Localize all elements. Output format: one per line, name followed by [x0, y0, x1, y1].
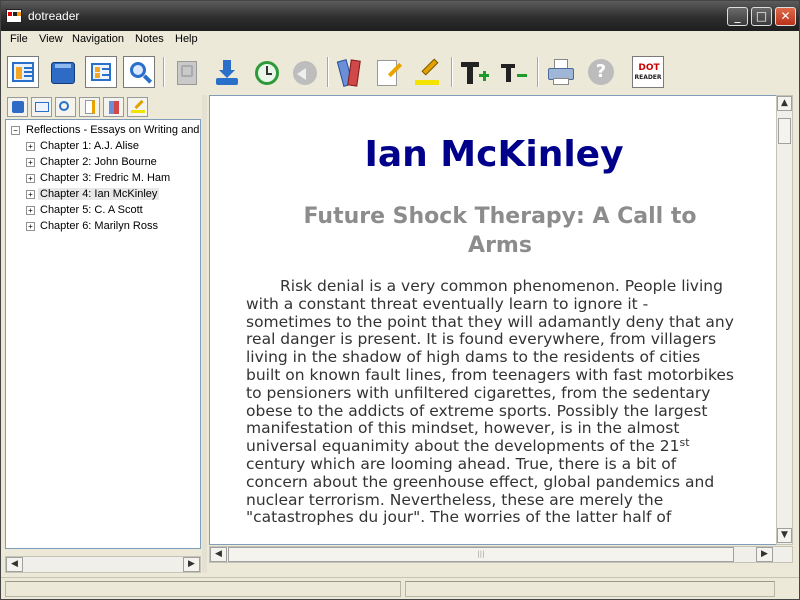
dotreader-app-icon [6, 9, 22, 23]
scroll-right-button[interactable]: ▶ [183, 557, 200, 572]
expand-toggle[interactable]: + [26, 190, 35, 199]
back-icon-disabled [289, 56, 321, 88]
toolbar-separator [451, 57, 453, 87]
page-icon-disabled [171, 56, 203, 88]
chapter-label[interactable]: Chapter 2: John Bourne [38, 156, 159, 168]
history-icon[interactable] [251, 56, 283, 88]
expand-toggle[interactable]: + [26, 174, 35, 183]
highlight-icon[interactable] [411, 56, 443, 88]
resize-grip[interactable] [779, 581, 793, 597]
tree-root-label[interactable]: Reflections - Essays on Writing and [24, 124, 200, 136]
chapter-label[interactable]: Chapter 1: A.J. Alise [38, 140, 141, 152]
essay-paragraph: Risk denial is a very common phenomenon.… [246, 277, 736, 527]
menu-file[interactable]: File [10, 33, 28, 45]
notes-tab-icon[interactable] [79, 97, 100, 117]
status-cell [5, 581, 401, 597]
menu-help[interactable]: Help [175, 33, 198, 45]
close-button[interactable]: ✕ [775, 7, 796, 26]
toc-view-icon[interactable] [7, 56, 39, 88]
ordinal-suffix: st [679, 436, 690, 450]
title-bar[interactable]: dotreader _ □ ✕ [1, 1, 799, 31]
download-icon[interactable] [211, 56, 243, 88]
notes-edit-icon[interactable] [373, 56, 405, 88]
toc-tab-icon[interactable] [31, 97, 52, 117]
table-of-contents-tree: − Reflections - Essays on Writing and + … [5, 119, 201, 549]
menu-navigation[interactable]: Navigation [72, 33, 124, 45]
essay-title: Future Shock Therapy: A Call to Arms [303, 204, 697, 258]
chapter-label[interactable]: Chapter 4: Ian McKinley [38, 188, 160, 200]
toolbar: ? DOT READER [1, 51, 799, 93]
panel-tab-strip [5, 95, 201, 119]
panel-splitter[interactable] [202, 95, 207, 573]
status-bar [1, 577, 799, 599]
expand-toggle[interactable]: + [26, 206, 35, 215]
toolbar-separator [327, 57, 329, 87]
tree-view-icon[interactable] [85, 56, 117, 88]
expand-toggle[interactable]: + [26, 222, 35, 231]
navigation-panel: − Reflections - Essays on Writing and + … [5, 95, 201, 573]
expand-toggle[interactable]: + [26, 142, 35, 151]
bookmarks-tab-icon[interactable] [103, 97, 124, 117]
chapter-label[interactable]: Chapter 5: C. A Scott [38, 204, 145, 216]
font-increase-icon[interactable] [459, 56, 491, 88]
maximize-button[interactable]: □ [751, 7, 772, 26]
help-icon[interactable]: ? [585, 56, 617, 88]
book-library-icon[interactable] [47, 56, 79, 88]
paragraph-text: Risk denial is a very common phenomenon.… [246, 277, 734, 456]
tree-horizontal-scrollbar[interactable]: ◀ ▶ [5, 556, 201, 573]
print-icon[interactable] [545, 56, 577, 88]
toolbar-separator [537, 57, 539, 87]
document-view: Ian McKinley Future Shock Therapy: A Cal… [209, 95, 777, 545]
scroll-thumb[interactable]: ||| [228, 547, 734, 562]
menu-notes[interactable]: Notes [135, 33, 164, 45]
scroll-right-button[interactable]: ▶ [756, 547, 773, 562]
app-window: dotreader _ □ ✕ File View Navigation Not… [0, 0, 800, 600]
search-tab-icon[interactable] [55, 97, 76, 117]
collapse-toggle[interactable]: − [11, 126, 20, 135]
library-tab-icon[interactable] [7, 97, 28, 117]
paragraph-text-continued: century which are looming ahead. True, t… [246, 454, 715, 527]
toolbar-separator [163, 57, 165, 87]
scroll-up-button[interactable]: ▲ [777, 96, 792, 111]
scroll-left-button[interactable]: ◀ [210, 547, 227, 562]
minimize-button[interactable]: _ [727, 7, 748, 26]
chapter-label[interactable]: Chapter 6: Marilyn Ross [38, 220, 160, 232]
menu-view[interactable]: View [39, 33, 63, 45]
window-title: dotreader [28, 9, 80, 23]
highlights-tab-icon[interactable] [127, 97, 148, 117]
dotreader-logo-icon[interactable]: DOT READER [632, 56, 664, 88]
scroll-down-button[interactable]: ▼ [777, 528, 792, 543]
scroll-thumb[interactable] [778, 118, 791, 144]
logo-dot-text: DOT [638, 63, 660, 73]
bookmarks-icon[interactable] [335, 56, 367, 88]
document-vertical-scrollbar[interactable]: ▲ ▼ [776, 95, 793, 545]
menu-bar: File View Navigation Notes Help [1, 31, 799, 50]
font-decrease-icon[interactable] [497, 56, 529, 88]
logo-reader-text: READER [634, 74, 662, 81]
document-horizontal-scrollbar[interactable]: ◀ ||| ▶ [209, 546, 793, 563]
expand-toggle[interactable]: + [26, 158, 35, 167]
scroll-left-button[interactable]: ◀ [6, 557, 23, 572]
author-heading: Ian McKinley [364, 134, 624, 175]
search-icon[interactable] [123, 56, 155, 88]
status-cell [405, 581, 775, 597]
chapter-label[interactable]: Chapter 3: Fredric M. Ham [38, 172, 172, 184]
